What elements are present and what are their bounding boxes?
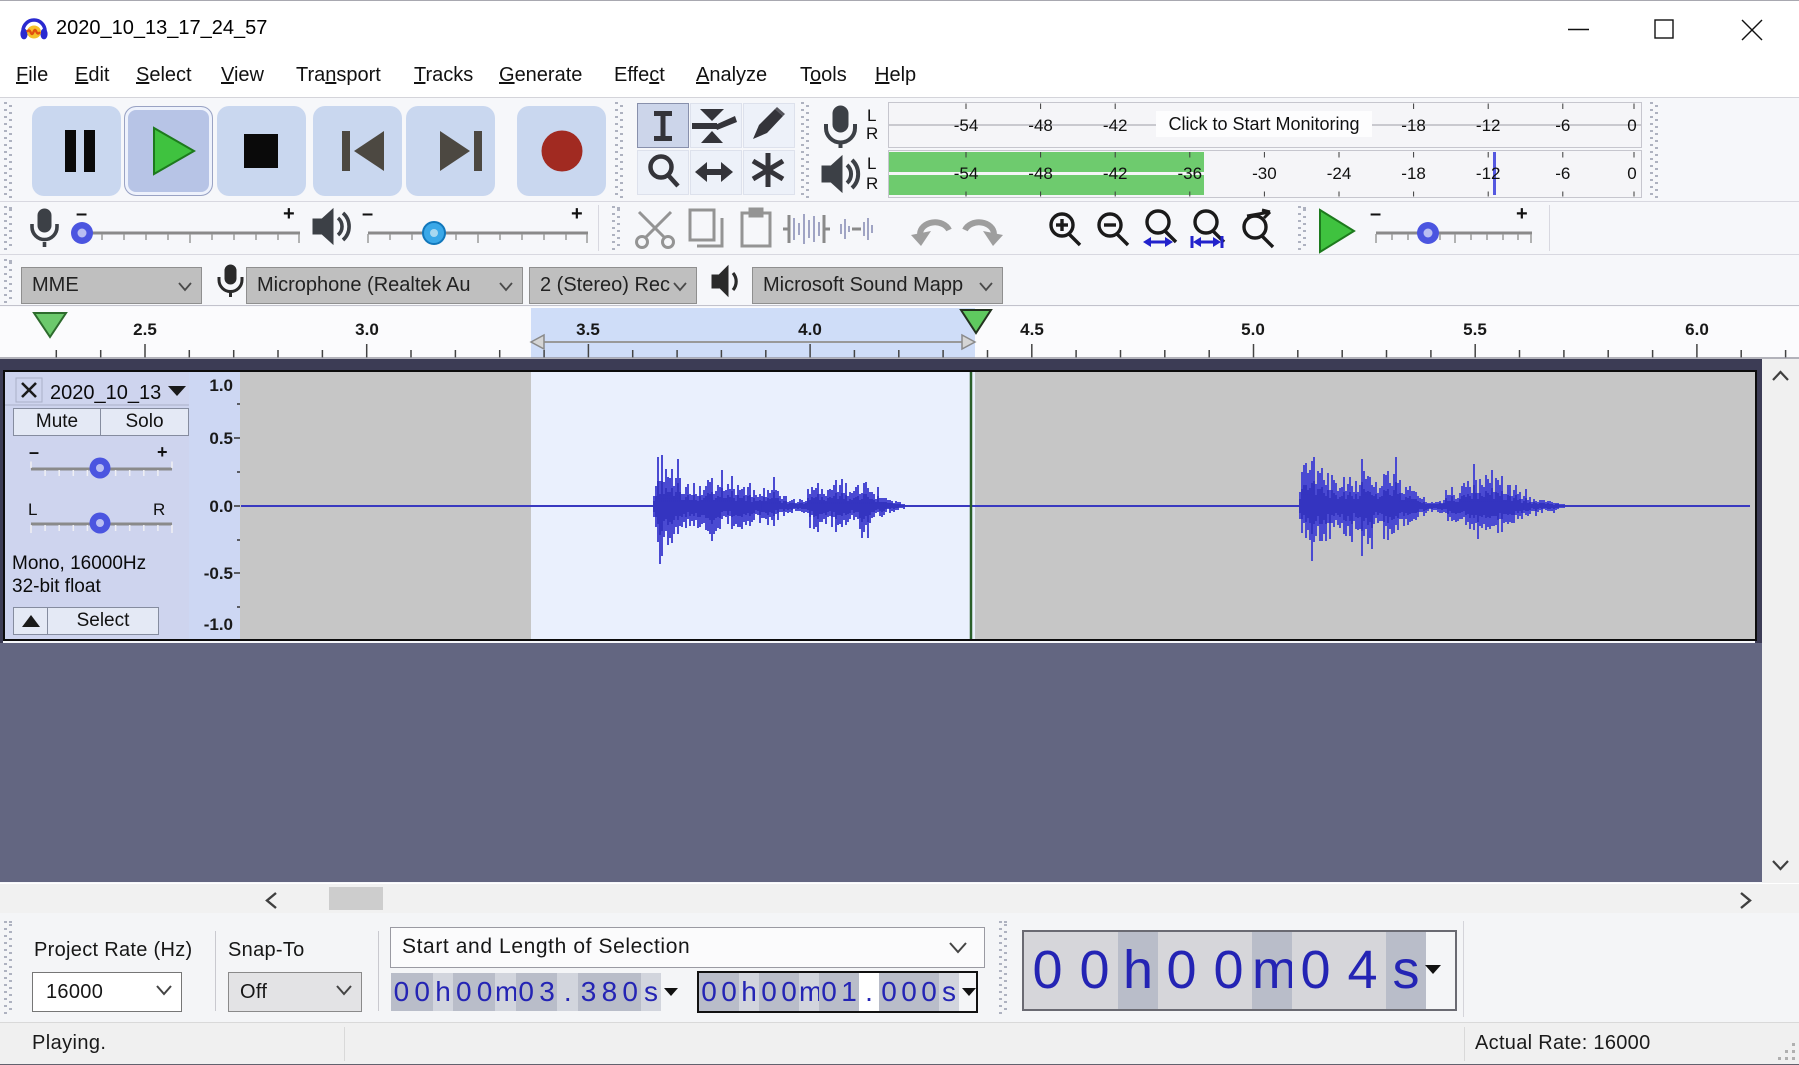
svg-text:-30: -30 bbox=[1252, 164, 1277, 183]
svg-text:-6: -6 bbox=[1555, 164, 1570, 183]
svg-text:0.0: 0.0 bbox=[209, 497, 233, 516]
svg-text:-0.5: -0.5 bbox=[204, 564, 233, 583]
svg-text:-12: -12 bbox=[1476, 116, 1501, 135]
svg-text:–: – bbox=[29, 442, 39, 462]
svg-text:L: L bbox=[28, 500, 37, 519]
svg-text:-54: -54 bbox=[954, 164, 979, 183]
svg-text:1.0: 1.0 bbox=[209, 376, 233, 395]
svg-text:-18: -18 bbox=[1401, 116, 1426, 135]
svg-text:-6: -6 bbox=[1555, 116, 1570, 135]
svg-text:+: + bbox=[157, 442, 168, 462]
svg-text:-42: -42 bbox=[1103, 116, 1128, 135]
svg-text:-48: -48 bbox=[1028, 164, 1053, 183]
svg-text:Click to Start Monitoring: Click to Start Monitoring bbox=[1168, 114, 1359, 134]
svg-text:–: – bbox=[76, 203, 87, 225]
svg-text:–: – bbox=[1370, 203, 1381, 225]
svg-text:Mono, 16000Hz: Mono, 16000Hz bbox=[12, 553, 146, 574]
svg-text:32-bit float: 32-bit float bbox=[12, 576, 101, 597]
svg-text:-12: -12 bbox=[1476, 164, 1501, 183]
svg-text:R: R bbox=[153, 500, 165, 519]
svg-text:0: 0 bbox=[1627, 164, 1636, 183]
svg-text:-42: -42 bbox=[1103, 164, 1128, 183]
svg-text:+: + bbox=[571, 203, 583, 225]
svg-text:-54: -54 bbox=[954, 116, 979, 135]
svg-text:-18: -18 bbox=[1401, 164, 1426, 183]
svg-text:–: – bbox=[362, 203, 373, 225]
svg-text:+: + bbox=[283, 203, 295, 225]
svg-text:0.5: 0.5 bbox=[209, 429, 233, 448]
svg-text:-48: -48 bbox=[1028, 116, 1053, 135]
svg-text:-1.0: -1.0 bbox=[204, 615, 233, 634]
svg-text:0: 0 bbox=[1627, 116, 1636, 135]
svg-text:-24: -24 bbox=[1327, 164, 1352, 183]
svg-text:+: + bbox=[1516, 203, 1528, 225]
svg-text:-36: -36 bbox=[1178, 164, 1203, 183]
svg-text:2020_10_13: 2020_10_13 bbox=[50, 382, 161, 404]
